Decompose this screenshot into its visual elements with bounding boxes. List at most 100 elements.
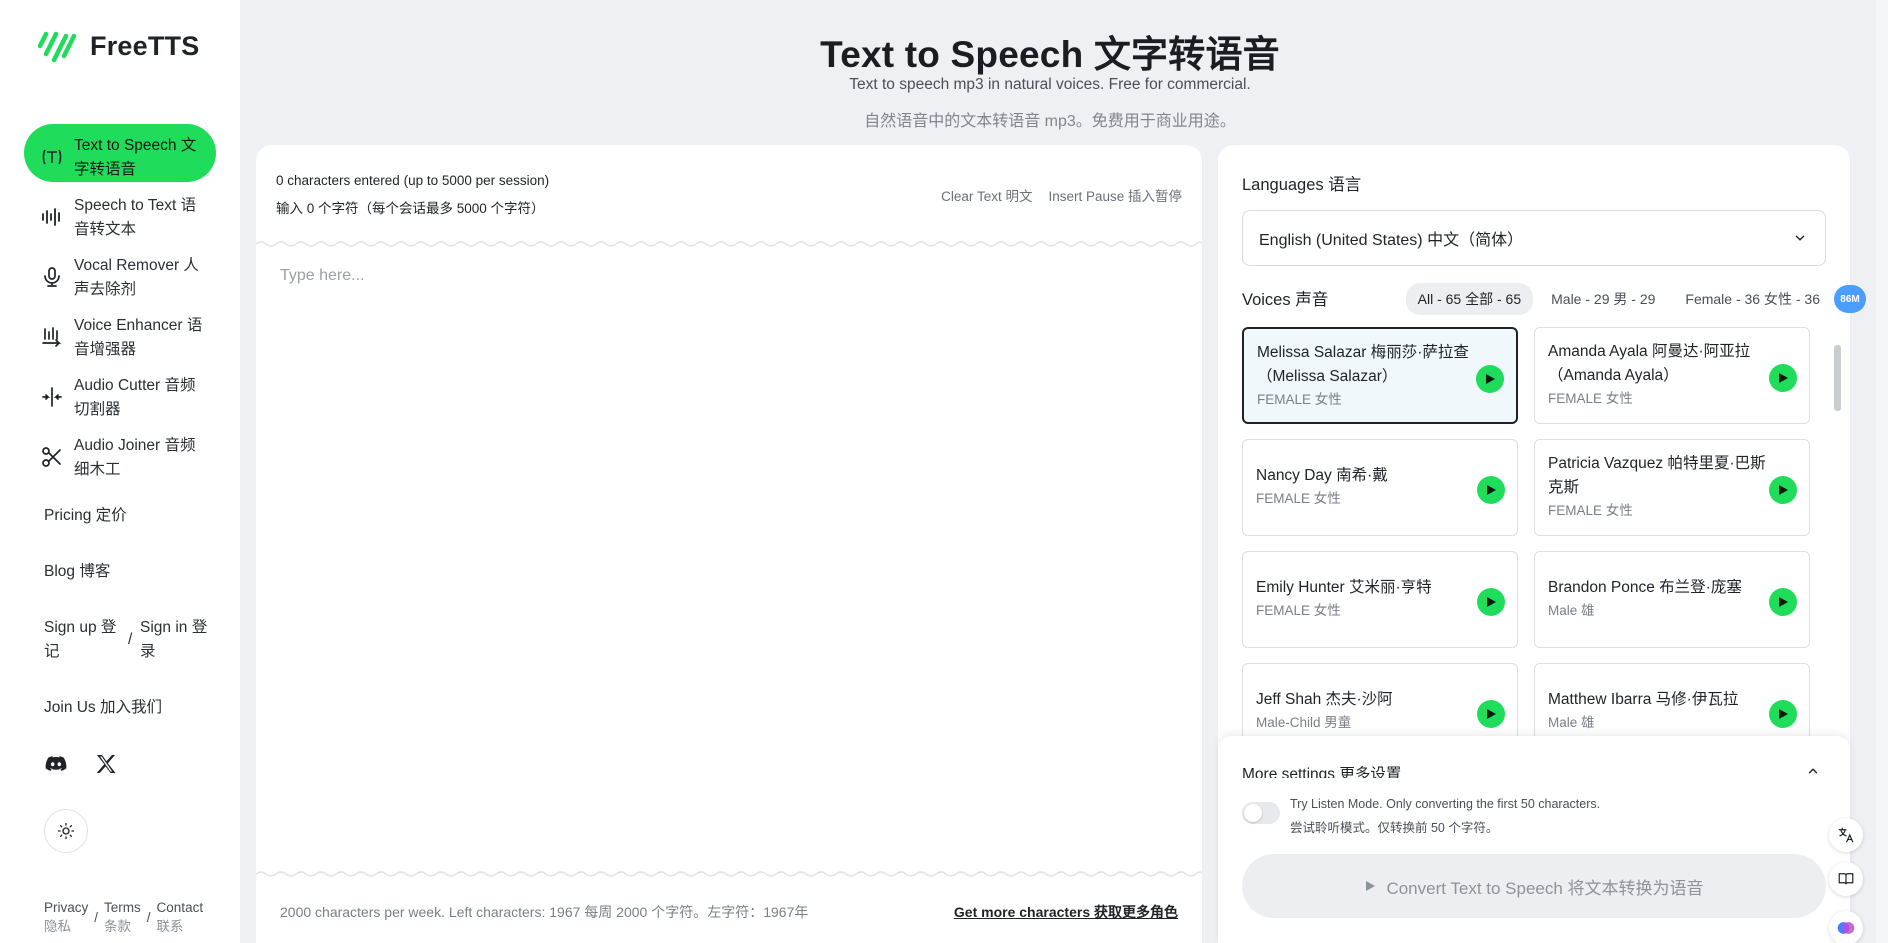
waveform-icon: [40, 205, 64, 229]
voice-gender: FEMALE 女性: [1548, 503, 1633, 518]
terms-link[interactable]: Terms 条款: [104, 898, 141, 936]
chevron-up-icon[interactable]: [1806, 764, 1820, 778]
logo[interactable]: FreeTTS: [36, 28, 199, 64]
microphone-icon: [40, 265, 64, 289]
convert-button[interactable]: Convert Text to Speech 将文本转换为语音: [1242, 854, 1826, 918]
filter-tab-all[interactable]: All - 65 全部 - 65: [1405, 283, 1534, 315]
voice-gender: FEMALE 女性: [1256, 491, 1341, 506]
character-count-zh: 输入 0 个字符（每个会话最多 5000 个字符）: [276, 201, 545, 216]
enhancer-icon: [40, 325, 64, 349]
join-us-link[interactable]: Join Us 加入我们: [44, 696, 162, 720]
play-icon: [1779, 709, 1788, 719]
brain-icon: [1837, 922, 1855, 934]
sidebar-item-audio-joiner[interactable]: Audio Joiner 音频细木工: [24, 424, 216, 482]
privacy-label: Privacy: [44, 900, 89, 915]
weekly-quota: 2000 characters per week. Left character…: [280, 904, 809, 920]
voice-card[interactable]: Nancy Day 南希·戴 FEMALE 女性: [1242, 439, 1518, 536]
language-select[interactable]: English (United States) 中文（简体）: [1242, 210, 1826, 266]
listen-mode-label-zh: 尝试聆听模式。仅转换前 50 个字符。: [1290, 821, 1499, 835]
filter-tab-male[interactable]: Male - 29 男 - 29: [1539, 283, 1667, 315]
voice-card[interactable]: Brandon Ponce 布兰登·庞塞 Male 雄: [1534, 551, 1810, 648]
text-speech-icon: [40, 145, 64, 169]
play-button[interactable]: [1477, 588, 1505, 616]
play-icon: [1779, 485, 1788, 495]
voice-card[interactable]: Amanda Ayala 阿曼达·阿亚拉（Amanda Ayala） FEMAL…: [1534, 327, 1810, 424]
voice-name: Emily Hunter 艾米丽·亨特: [1256, 579, 1432, 596]
play-button[interactable]: [1476, 365, 1504, 393]
languages-label: Languages 语言: [1242, 176, 1362, 194]
sidebar-item-label: Audio Cutter 音频切割器: [74, 377, 196, 418]
voice-name: Amanda Ayala 阿曼达·阿亚拉（Amanda Ayala）: [1548, 343, 1751, 384]
text-editor-panel: 0 characters entered (up to 5000 per ses…: [256, 145, 1202, 943]
reader-tool-button[interactable]: [1829, 862, 1863, 896]
signin-link[interactable]: Sign in 登录: [140, 616, 220, 664]
voice-card[interactable]: Melissa Salazar 梅丽莎·萨拉查（Melissa Salazar）…: [1242, 327, 1518, 424]
sidebar-item-label: Vocal Remover 人声去除剂: [74, 257, 199, 298]
terms-label: Terms: [104, 900, 141, 915]
page-subtitle: Text to speech mp3 in natural voices. Fr…: [849, 76, 1251, 93]
play-button[interactable]: [1477, 700, 1505, 728]
contact-label-zh: 联系: [156, 919, 184, 934]
play-button[interactable]: [1477, 476, 1505, 504]
sidebar-item-text-to-speech[interactable]: Text to Speech 文字转语音: [24, 124, 216, 182]
voice-name: Nancy Day 南希·戴: [1256, 467, 1388, 484]
browser-edge-strip: [1876, 0, 1888, 943]
clear-text-button[interactable]: Clear Text 明文: [941, 185, 1032, 205]
voice-card[interactable]: Patricia Vazquez 帕特里夏·巴斯克斯 FEMALE 女性: [1534, 439, 1810, 536]
language-selected-value: English (United States) 中文（简体）: [1259, 232, 1524, 249]
voice-list-scroll-thumb[interactable]: [1834, 345, 1841, 411]
voice-name: Melissa Salazar 梅丽莎·萨拉查（Melissa Salazar）: [1257, 344, 1469, 385]
sidebar: FreeTTS Text to Speech 文字转语音 Speech to T…: [0, 0, 240, 943]
play-icon: [1486, 374, 1495, 384]
sun-icon: [57, 822, 75, 840]
translate-tool-button[interactable]: [1829, 818, 1863, 852]
voice-card[interactable]: Emily Hunter 艾米丽·亨特 FEMALE 女性: [1242, 551, 1518, 648]
play-icon: [1487, 597, 1496, 607]
contact-label: Contact: [156, 900, 204, 915]
blog-link[interactable]: Blog 博客: [44, 560, 110, 584]
book-icon: [1838, 873, 1854, 885]
editor-actions: Clear Text 明文 Insert Pause 插入暂停: [941, 185, 1182, 205]
page-title: Text to Speech 文字转语音: [820, 34, 1280, 75]
listen-mode-label: Try Listen Mode. Only converting the fir…: [1290, 797, 1601, 811]
discord-icon[interactable]: [44, 752, 68, 781]
play-button[interactable]: [1769, 700, 1797, 728]
theme-toggle-button[interactable]: [44, 809, 88, 853]
extension-badge[interactable]: 86M: [1834, 285, 1866, 313]
convert-button-label: Convert Text to Speech 将文本转换为语音: [1386, 878, 1704, 898]
get-more-characters-link[interactable]: Get more characters 获取更多角色: [954, 902, 1178, 922]
sidebar-item-speech-to-text[interactable]: Speech to Text 语音转文本: [24, 184, 216, 242]
listen-mode-text: Try Listen Mode. Only converting the fir…: [1290, 792, 1600, 840]
footer-separator: /: [146, 910, 151, 925]
sidebar-item-vocal-remover[interactable]: Vocal Remover 人声去除剂: [24, 244, 216, 302]
privacy-link[interactable]: Privacy 隐私: [44, 898, 88, 936]
sidebar-nav: Text to Speech 文字转语音 Speech to Text 语音转文…: [24, 124, 216, 484]
contact-link[interactable]: Contact 联系: [157, 898, 204, 936]
translate-icon: [1838, 827, 1854, 843]
voice-name: Brandon Ponce 布兰登·庞塞: [1548, 579, 1742, 596]
pricing-link[interactable]: Pricing 定价: [44, 504, 127, 528]
play-button[interactable]: [1769, 588, 1797, 616]
settings-body: Try Listen Mode. Only converting the fir…: [1218, 778, 1850, 943]
play-button[interactable]: [1769, 476, 1797, 504]
footer-links: Privacy 隐私 / Terms 条款 / Contact 联系: [44, 898, 203, 936]
play-icon: [1779, 597, 1788, 607]
play-button[interactable]: [1769, 364, 1797, 392]
listen-mode-toggle[interactable]: [1242, 802, 1280, 824]
text-input[interactable]: [280, 267, 1180, 887]
signup-link[interactable]: Sign up 登记: [44, 616, 128, 664]
brand-name: FreeTTS: [90, 30, 200, 61]
auth-links: Sign up 登记 / Sign in 登录: [44, 616, 224, 664]
sidebar-item-audio-cutter[interactable]: Audio Cutter 音频切割器: [24, 364, 216, 422]
x-twitter-icon[interactable]: [94, 752, 118, 781]
voice-gender: Male 雄: [1548, 603, 1595, 618]
privacy-label-zh: 隐私: [44, 919, 71, 934]
sidebar-item-voice-enhancer[interactable]: Voice Enhancer 语音增强器: [24, 304, 216, 362]
insert-pause-button[interactable]: Insert Pause 插入暂停: [1048, 185, 1182, 205]
voice-filter-tabs: All - 65 全部 - 65 Male - 29 男 - 29 Female…: [1405, 283, 1832, 315]
voice-gender: Male-Child 男童: [1256, 715, 1352, 730]
page-subtitle-zh: 自然语音中的文本转语音 mp3。免费用于商业用途。: [864, 113, 1236, 130]
ai-tool-button[interactable]: [1829, 911, 1863, 943]
cutter-icon: [40, 385, 64, 409]
filter-tab-female[interactable]: Female - 36 女性 - 36: [1673, 283, 1832, 315]
